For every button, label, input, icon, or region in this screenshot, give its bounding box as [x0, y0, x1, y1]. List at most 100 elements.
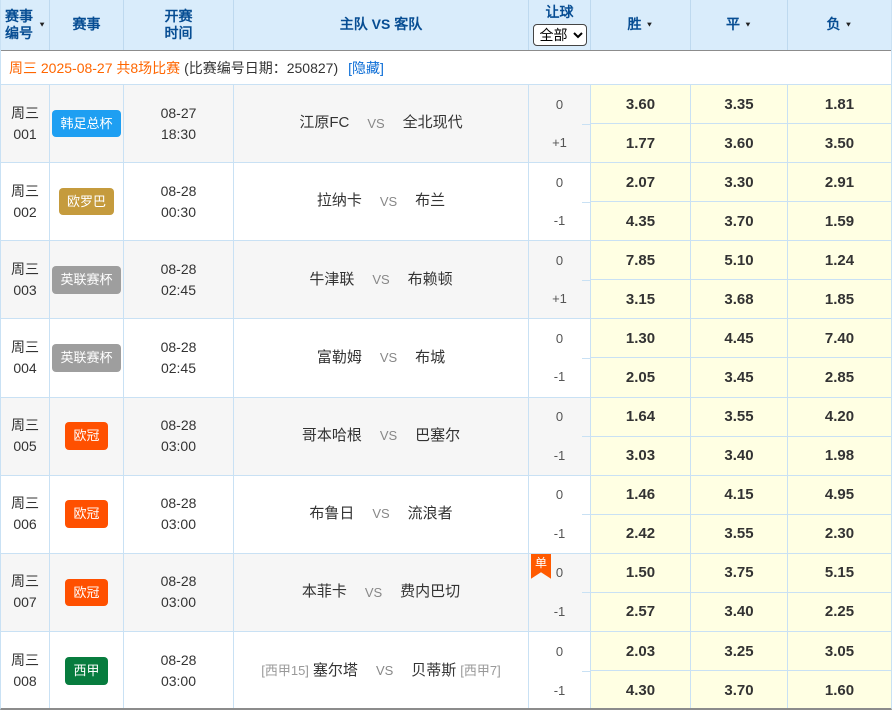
odds-lose-line0[interactable]: 7.40 [788, 319, 891, 358]
odds-win-line1[interactable]: 2.57 [591, 593, 690, 631]
handicap-cell: 0 +1 [529, 241, 591, 318]
odds-lose-line0[interactable]: 5.15 [788, 554, 891, 593]
odds-win-line1[interactable]: 2.42 [591, 515, 690, 553]
match-teams-cell[interactable]: 江原FC VS 全北现代 [234, 85, 529, 162]
odds-win-line0[interactable]: 2.07 [591, 163, 690, 202]
handicap-value: -1 [529, 202, 590, 241]
league-badge[interactable]: 西甲 [65, 657, 107, 685]
odds-draw-line0[interactable]: 3.35 [691, 85, 787, 124]
odds-draw-line1[interactable]: 3.40 [691, 593, 787, 631]
odds-win-line1[interactable]: 1.77 [591, 124, 690, 162]
odds-draw-line1[interactable]: 3.68 [691, 280, 787, 318]
odds-win-line1[interactable]: 2.05 [591, 358, 690, 396]
odds-win-line1[interactable]: 4.35 [591, 202, 690, 240]
header-match-no[interactable]: 赛事编号 ▼ [1, 0, 50, 50]
odds-win-line0[interactable]: 2.03 [591, 632, 690, 672]
odds-draw-line1[interactable]: 3.70 [691, 202, 787, 240]
handicap-value: -1 [529, 514, 590, 553]
odds-draw-line0[interactable]: 3.55 [691, 398, 787, 437]
odds-draw-line1[interactable]: 3.55 [691, 515, 787, 553]
draw-odds-column: 4.15 3.55 [691, 476, 788, 553]
odds-win-line0[interactable]: 3.60 [591, 85, 690, 124]
league-badge[interactable]: 英联赛杯 [52, 344, 120, 372]
odds-draw-line0[interactable]: 4.45 [691, 319, 787, 358]
odds-lose-line0[interactable]: 1.24 [788, 241, 891, 280]
odds-lose-line1[interactable]: 1.98 [788, 437, 891, 475]
odds-lose-line1[interactable]: 2.30 [788, 515, 891, 553]
match-date: 08-28 [161, 571, 197, 592]
odds-win-line0[interactable]: 1.50 [591, 554, 690, 593]
odds-lose-line1[interactable]: 1.59 [788, 202, 891, 240]
win-odds-column: 2.03 4.30 [591, 632, 691, 710]
odds-lose-line1[interactable]: 1.85 [788, 280, 891, 318]
odds-lose-line0[interactable]: 4.95 [788, 476, 891, 515]
handicap-filter-select[interactable]: 全部 [533, 24, 587, 46]
odds-draw-line1[interactable]: 3.45 [691, 358, 787, 396]
odds-draw-line1[interactable]: 3.60 [691, 124, 787, 162]
odds-draw-line1[interactable]: 3.40 [691, 437, 787, 475]
odds-win-line1[interactable]: 4.30 [591, 671, 690, 710]
odds-lose-line1[interactable]: 3.50 [788, 124, 891, 162]
odds-draw-line0[interactable]: 3.75 [691, 554, 787, 593]
odds-draw-line0[interactable]: 3.30 [691, 163, 787, 202]
date-summary-highlight: 周三 2025-08-27 共8场比赛 [9, 58, 180, 78]
match-time: 00:30 [161, 202, 196, 223]
odds-win-line1[interactable]: 3.03 [591, 437, 690, 475]
match-teams-cell[interactable]: 牛津联 VS 布赖顿 [234, 241, 529, 318]
vs-label: VS [367, 114, 384, 134]
away-team: 布兰 [415, 190, 445, 213]
match-day: 周三 [11, 571, 39, 592]
odds-lose-line0[interactable]: 1.81 [788, 85, 891, 124]
odds-win-line0[interactable]: 7.85 [591, 241, 690, 280]
lose-odds-column: 1.24 1.85 [788, 241, 891, 318]
match-number: 周三 001 [1, 85, 50, 162]
odds-draw-line0[interactable]: 3.25 [691, 632, 787, 672]
match-teams-cell[interactable]: [西甲15] 塞尔塔 VS 贝蒂斯 [西甲7] [234, 632, 529, 710]
odds-win-line1[interactable]: 3.15 [591, 280, 690, 318]
league-badge[interactable]: 欧冠 [65, 422, 107, 450]
home-team: 江原FC [299, 112, 349, 135]
odds-win-line0[interactable]: 1.64 [591, 398, 690, 437]
header-win[interactable]: 胜 ▼ [591, 0, 691, 50]
match-no: 002 [13, 202, 36, 223]
header-draw[interactable]: 平 ▼ [691, 0, 788, 50]
odds-lose-line1[interactable]: 1.60 [788, 671, 891, 710]
match-teams-cell[interactable]: 布鲁日 VS 流浪者 [234, 476, 529, 553]
match-teams-cell[interactable]: 本菲卡 VS 费内巴切 [234, 554, 529, 631]
date-summary-bar: 周三 2025-08-27 共8场比赛 (比赛编号日期：250827) [隐藏] [1, 51, 891, 85]
league-badge[interactable]: 韩足总杯 [52, 110, 120, 138]
match-day: 周三 [11, 181, 39, 202]
home-rank: [西甲15] [261, 661, 309, 681]
match-no: 005 [13, 436, 36, 457]
match-no: 003 [13, 280, 36, 301]
match-row: 周三 008 西甲 08-28 03:00 [西甲15] 塞尔塔 VS 贝蒂斯 … [1, 632, 891, 710]
odds-draw-line0[interactable]: 5.10 [691, 241, 787, 280]
league-badge[interactable]: 欧罗巴 [59, 188, 114, 216]
draw-odds-column: 4.45 3.45 [691, 319, 788, 396]
match-date: 08-28 [161, 415, 197, 436]
match-league-cell: 韩足总杯 [50, 85, 124, 162]
odds-lose-line1[interactable]: 2.25 [788, 593, 891, 631]
match-teams-cell[interactable]: 拉纳卡 VS 布兰 [234, 163, 529, 240]
odds-draw-line1[interactable]: 3.70 [691, 671, 787, 710]
odds-draw-line0[interactable]: 4.15 [691, 476, 787, 515]
match-list: 周三 001 韩足总杯 08-27 18:30 江原FC VS 全北现代 0 +… [1, 85, 891, 710]
match-row: 周三 002 欧罗巴 08-28 00:30 拉纳卡 VS 布兰 0 -1 2.… [1, 163, 891, 241]
odds-lose-line0[interactable]: 2.91 [788, 163, 891, 202]
league-badge[interactable]: 欧冠 [65, 579, 107, 607]
hide-link[interactable]: [隐藏] [348, 58, 384, 78]
odds-win-line0[interactable]: 1.46 [591, 476, 690, 515]
match-teams-cell[interactable]: 哥本哈根 VS 巴塞尔 [234, 398, 529, 475]
sort-caret-icon: ▼ [845, 21, 853, 30]
league-badge[interactable]: 英联赛杯 [52, 266, 120, 294]
header-lose[interactable]: 负 ▼ [788, 0, 891, 50]
header-league: 赛事 [50, 0, 124, 50]
league-badge[interactable]: 欧冠 [65, 500, 107, 528]
vs-label: VS [372, 504, 389, 524]
match-teams-cell[interactable]: 富勒姆 VS 布城 [234, 319, 529, 396]
odds-lose-line1[interactable]: 2.85 [788, 358, 891, 396]
win-odds-column: 3.60 1.77 [591, 85, 691, 162]
odds-lose-line0[interactable]: 4.20 [788, 398, 891, 437]
odds-lose-line0[interactable]: 3.05 [788, 632, 891, 672]
odds-win-line0[interactable]: 1.30 [591, 319, 690, 358]
